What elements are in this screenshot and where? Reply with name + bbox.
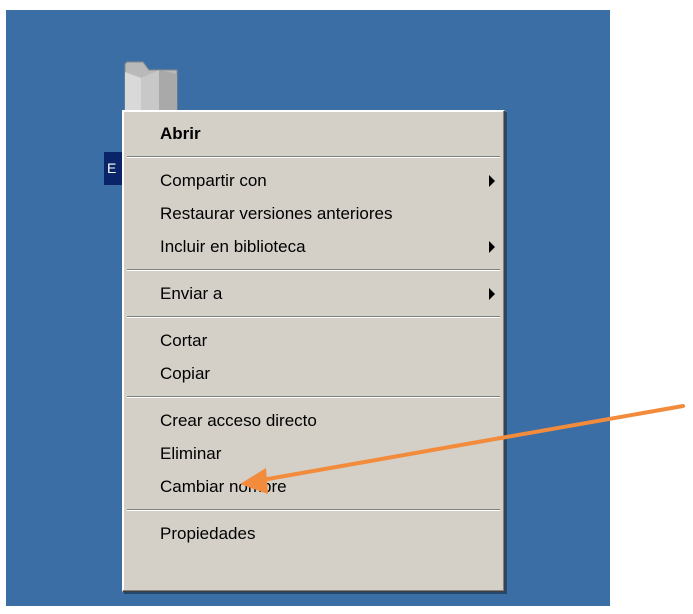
menu-item-label: Abrir	[160, 124, 201, 143]
menu-item-label: Incluir en biblioteca	[160, 237, 306, 256]
menu-separator	[127, 269, 500, 271]
menu-item-label: Eliminar	[160, 444, 222, 463]
menu-separator	[127, 509, 500, 511]
menu-item-copiar[interactable]: Copiar	[123, 357, 504, 390]
menu-item-enviar-a[interactable]: Enviar a	[123, 277, 504, 310]
menu-item-label: Copiar	[160, 364, 211, 383]
menu-separator	[127, 316, 500, 318]
submenu-arrow-icon	[489, 288, 495, 300]
menu-item-label: Compartir con	[160, 171, 267, 190]
menu-item-label: Restaurar versiones anteriores	[160, 204, 393, 223]
context-menu: Abrir Compartir con Restaurar versiones an…	[122, 110, 505, 592]
menu-item-label: Cambiar nombre	[160, 477, 287, 496]
submenu-arrow-icon	[489, 175, 495, 187]
menu-item-compartir-con[interactable]: Compartir con	[123, 164, 504, 197]
page: E Abrir Compartir con Restaurar versiones …	[0, 0, 693, 614]
menu-item-label: Cortar	[160, 331, 208, 350]
menu-item-restaurar-versiones-anteriores[interactable]: Restaurar versiones anteriores	[123, 197, 504, 230]
menu-item-cambiar-nombre[interactable]: Cambiar nombre	[123, 470, 504, 503]
menu-item-eliminar[interactable]: Eliminar	[123, 437, 504, 470]
menu-item-incluir-en-biblioteca[interactable]: Incluir en biblioteca	[123, 230, 504, 263]
menu-item-label: Enviar a	[160, 284, 223, 303]
submenu-arrow-icon	[489, 241, 495, 253]
menu-item-abrir[interactable]: Abrir	[123, 117, 504, 150]
menu-separator	[127, 396, 500, 398]
menu-item-label: Crear acceso directo	[160, 411, 317, 430]
menu-item-label: Propiedades	[160, 524, 256, 543]
menu-separator	[127, 156, 500, 158]
menu-item-crear-acceso-directo[interactable]: Crear acceso directo	[123, 404, 504, 437]
menu-item-propiedades[interactable]: Propiedades	[123, 517, 504, 550]
desktop[interactable]: E Abrir Compartir con Restaurar versiones …	[6, 10, 610, 606]
menu-item-cortar[interactable]: Cortar	[123, 324, 504, 357]
